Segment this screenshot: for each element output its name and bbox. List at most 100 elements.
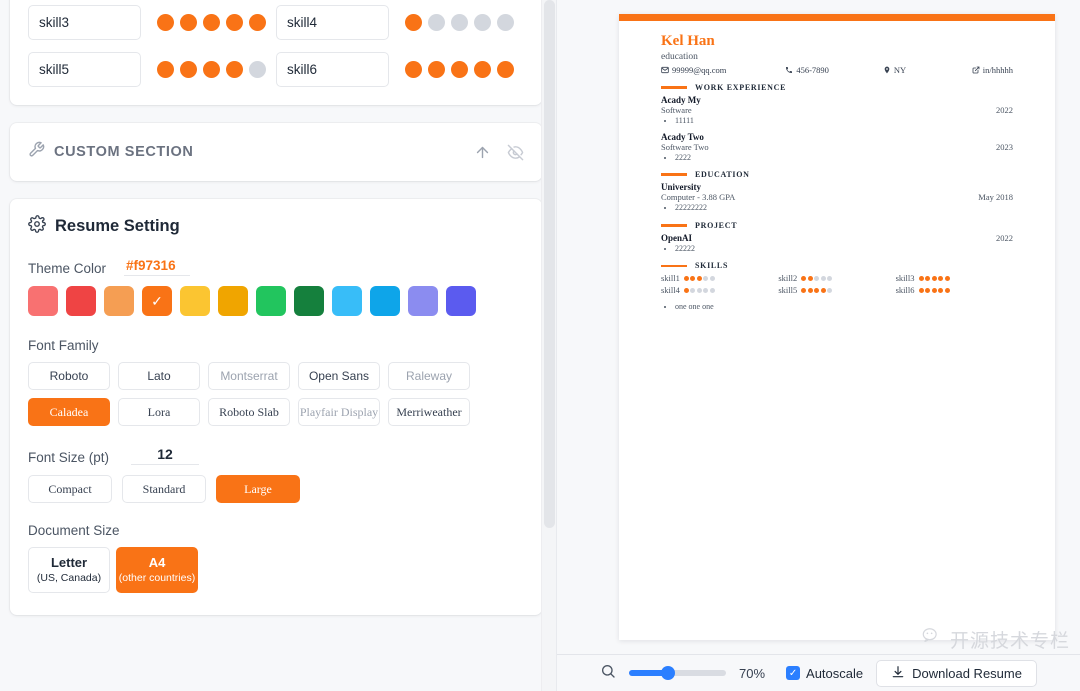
rating-dot[interactable] bbox=[180, 61, 197, 78]
color-swatch[interactable] bbox=[180, 286, 210, 316]
work-sub: Software bbox=[661, 105, 692, 115]
color-swatch[interactable] bbox=[332, 286, 362, 316]
rating-dot[interactable] bbox=[474, 61, 491, 78]
rating-dot[interactable] bbox=[451, 61, 468, 78]
skill-input[interactable] bbox=[276, 5, 389, 40]
skill-input[interactable] bbox=[28, 5, 141, 40]
preview-skill: skill1 bbox=[661, 273, 778, 283]
font-option-roboto[interactable]: Roboto bbox=[28, 362, 110, 390]
font-option-playfair-display[interactable]: Playfair Display bbox=[298, 398, 380, 426]
skill-input[interactable] bbox=[276, 52, 389, 87]
preview-skill-name: skill6 bbox=[895, 285, 915, 296]
rating-dot[interactable] bbox=[203, 61, 220, 78]
project-subline: OpenAI 2022 bbox=[661, 233, 1013, 243]
section-title-education: EDUCATION bbox=[695, 170, 750, 180]
rating-dot[interactable] bbox=[451, 14, 468, 31]
color-swatch[interactable] bbox=[294, 286, 324, 316]
font-size-row: Font Size (pt) 12 bbox=[28, 446, 524, 465]
preview-skill-dots bbox=[801, 287, 833, 293]
work-date: 2023 bbox=[996, 141, 1013, 152]
contact-email-text: 99999@qq.com bbox=[672, 65, 727, 75]
download-resume-button[interactable]: Download Resume bbox=[876, 659, 1037, 687]
rating-dot[interactable] bbox=[249, 61, 266, 78]
rating-dot[interactable] bbox=[497, 14, 514, 31]
skill-rating[interactable] bbox=[157, 14, 266, 31]
rating-dot[interactable] bbox=[428, 61, 445, 78]
document-size-letter[interactable]: Letter (US, Canada) bbox=[28, 547, 110, 593]
preview-skill: skill2 bbox=[778, 273, 895, 283]
skill-input[interactable] bbox=[28, 52, 141, 87]
autoscale-label: Autoscale bbox=[806, 665, 864, 681]
font-option-open-sans[interactable]: Open Sans bbox=[298, 362, 380, 390]
education-sub: Computer - 3.88 GPA bbox=[661, 192, 736, 203]
rating-dot[interactable] bbox=[226, 61, 243, 78]
zoom-slider[interactable] bbox=[629, 666, 727, 680]
skill-rating[interactable] bbox=[157, 61, 266, 78]
magnifier-icon[interactable] bbox=[600, 663, 616, 684]
project-item: OpenAI 2022 22222 bbox=[661, 233, 1013, 255]
eye-off-icon[interactable] bbox=[507, 144, 524, 161]
skill-cell bbox=[28, 5, 276, 40]
rating-dot[interactable] bbox=[249, 14, 266, 31]
rating-dot[interactable] bbox=[157, 61, 174, 78]
color-swatch[interactable] bbox=[370, 286, 400, 316]
section-header-skills: SKILLS bbox=[661, 261, 1013, 270]
document-size-label: Document Size bbox=[28, 523, 120, 538]
rating-dot[interactable] bbox=[405, 61, 422, 78]
project-org: OpenAI bbox=[661, 232, 693, 243]
font-size-input[interactable]: 12 bbox=[131, 446, 200, 465]
font-option-lora[interactable]: Lora bbox=[118, 398, 200, 426]
rating-dot[interactable] bbox=[226, 14, 243, 31]
autoscale-toggle[interactable]: ✓ Autoscale bbox=[786, 666, 863, 681]
work-item: Acady Two Software Two 2023 2222 bbox=[661, 132, 1013, 164]
skill-rating[interactable] bbox=[405, 61, 514, 78]
color-swatch[interactable] bbox=[446, 286, 476, 316]
color-swatch[interactable] bbox=[256, 286, 286, 316]
font-size-compact[interactable]: Compact bbox=[28, 475, 112, 503]
editor-scrollbar-thumb[interactable] bbox=[544, 0, 555, 528]
phone-icon bbox=[786, 67, 793, 73]
contact-phone-text: 456-7890 bbox=[796, 65, 829, 75]
arrow-up-icon[interactable] bbox=[474, 144, 491, 161]
rating-dot[interactable] bbox=[428, 14, 445, 31]
font-size-standard[interactable]: Standard bbox=[122, 475, 206, 503]
rating-dot[interactable] bbox=[157, 14, 174, 31]
font-option-merriweather[interactable]: Merriweather bbox=[388, 398, 470, 426]
custom-section-card[interactable]: CUSTOM SECTION bbox=[10, 123, 542, 181]
rating-dot[interactable] bbox=[180, 14, 197, 31]
project-date: 2022 bbox=[996, 232, 1013, 243]
document-size-a4[interactable]: A4 (other countries) bbox=[116, 547, 198, 593]
font-option-roboto-slab[interactable]: Roboto Slab bbox=[208, 398, 290, 426]
zoom-slider-knob[interactable] bbox=[661, 666, 676, 680]
rating-dot[interactable] bbox=[497, 61, 514, 78]
preview-skill: skill3 bbox=[896, 273, 1013, 283]
font-option-caladea[interactable]: Caladea bbox=[28, 398, 110, 426]
color-swatch[interactable] bbox=[104, 286, 134, 316]
rating-dot[interactable] bbox=[203, 14, 220, 31]
document-size-letter-sub: (US, Canada) bbox=[36, 571, 102, 584]
color-swatch[interactable] bbox=[218, 286, 248, 316]
editor-scrollbar[interactable] bbox=[541, 0, 556, 691]
font-size-large[interactable]: Large bbox=[216, 475, 300, 503]
font-size-options: Compact Standard Large bbox=[28, 475, 524, 503]
autoscale-checkbox[interactable]: ✓ bbox=[786, 666, 801, 680]
color-swatch[interactable] bbox=[28, 286, 58, 316]
font-option-lato[interactable]: Lato bbox=[118, 362, 200, 390]
font-family-row-2: Caladea Lora Roboto Slab Playfair Displa… bbox=[28, 398, 524, 426]
font-option-montserrat[interactable]: Montserrat bbox=[208, 362, 290, 390]
rating-dot[interactable] bbox=[405, 14, 422, 31]
editor-scroll-area: CUSTOM SECTION bbox=[0, 0, 556, 691]
theme-color-value[interactable]: #f97316 bbox=[124, 258, 190, 276]
document-size-letter-main: Letter bbox=[50, 555, 88, 571]
skills-bullets: one one one bbox=[661, 301, 1013, 313]
rating-dot[interactable] bbox=[474, 14, 491, 31]
resume-setting-title: Resume Setting bbox=[55, 217, 180, 235]
color-swatch[interactable] bbox=[408, 286, 438, 316]
color-swatch[interactable] bbox=[66, 286, 96, 316]
font-option-raleway[interactable]: Raleway bbox=[388, 362, 470, 390]
resume-setting-header: Resume Setting bbox=[28, 215, 524, 238]
work-bullet: 11111 bbox=[675, 115, 1013, 127]
preview-skill-name: skill3 bbox=[895, 273, 915, 284]
color-swatch-selected[interactable]: ✓ bbox=[142, 286, 172, 316]
skill-rating[interactable] bbox=[405, 14, 514, 31]
